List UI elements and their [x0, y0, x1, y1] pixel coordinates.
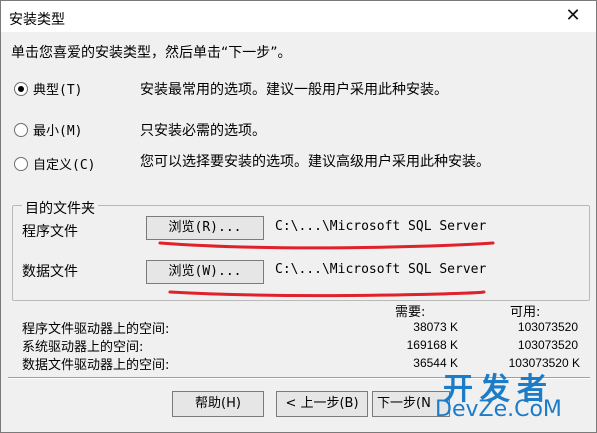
space-row-label: 系统驱动器上的空间: — [22, 340, 144, 355]
space-row-required: 38073 K — [413, 320, 458, 334]
space-row-label: 程序文件驱动器上的空间: — [22, 322, 170, 337]
space-row-available: 103073520 — [517, 338, 578, 352]
required-header: 需要: — [395, 305, 426, 320]
space-row-label: 数据文件驱动器上的空间: — [22, 358, 170, 373]
underline-data — [168, 290, 486, 298]
available-header: 可用: — [510, 305, 541, 320]
back-button[interactable]: < 上一步(B) — [276, 391, 368, 417]
help-button[interactable]: 帮助(H) — [172, 391, 264, 417]
space-row-required: 169168 K — [406, 338, 458, 352]
space-row-available: 103073520 — [517, 320, 578, 334]
watermark-site-text: DevZe.CoM — [435, 397, 562, 422]
underline-program — [158, 241, 495, 250]
